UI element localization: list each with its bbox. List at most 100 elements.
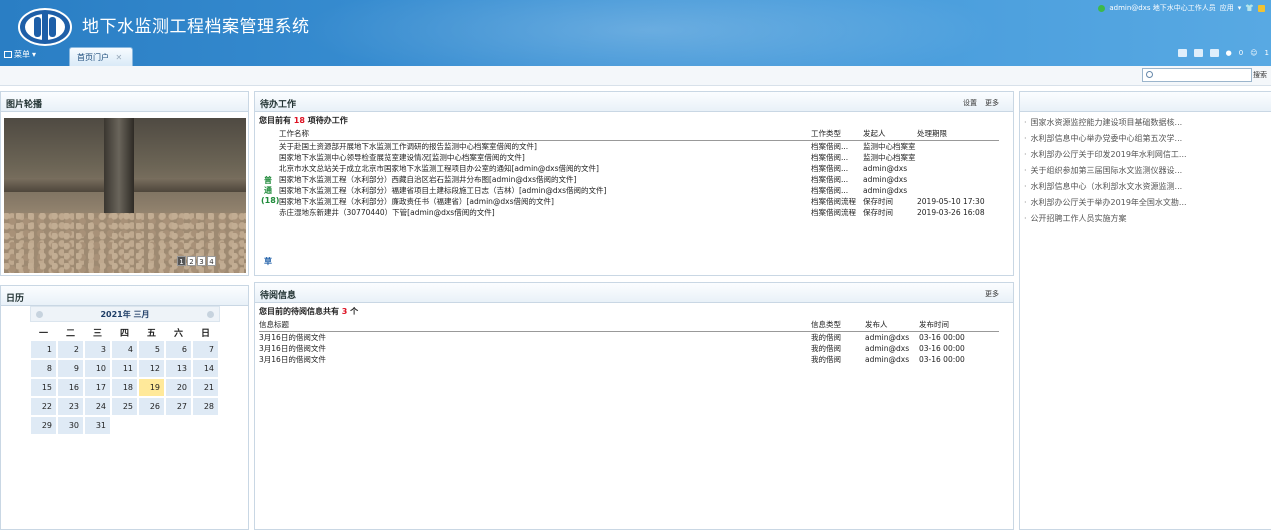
calendar-day[interactable]: 28 <box>192 397 219 416</box>
message-icon[interactable]: ● <box>1226 49 1232 57</box>
news-item[interactable]: 水利部信息中心举办党委中心组第五次学... <box>1024 133 1187 149</box>
table-row[interactable]: 3月16日的借阅文件 我的借阅 admin@dxs 03-16 00:00 <box>259 354 999 365</box>
news-list: 国家水资源监控能力建设项目基础数据核...水利部信息中心举办党委中心组第五次学.… <box>1024 117 1187 229</box>
calendar-day[interactable]: 16 <box>57 378 84 397</box>
table-row[interactable]: 关于赴国土资源部开展地下水监测工作调研的报告监测中心档案室借阅的文件] 档案借阅.… <box>279 140 999 152</box>
calendar-day[interactable]: 30 <box>57 416 84 435</box>
calendar-day[interactable]: 14 <box>192 359 219 378</box>
close-icon[interactable]: ✕ <box>116 53 123 62</box>
lock-icon[interactable] <box>1258 4 1265 12</box>
calendar-day[interactable]: 3 <box>84 340 111 359</box>
calendar-day[interactable]: 7 <box>192 340 219 359</box>
table-cell[interactable]: 国家地下水监测中心领导检查展览室建设情况[监测中心档案室借阅的文件] <box>279 152 811 163</box>
col-header: 信息类型 <box>811 319 865 332</box>
calendar-day[interactable]: 13 <box>165 359 192 378</box>
calendar-day[interactable]: 19 <box>138 378 165 397</box>
prev-month-icon[interactable] <box>36 311 43 318</box>
calendar-day[interactable]: 1 <box>30 340 57 359</box>
calendar-day[interactable]: 8 <box>30 359 57 378</box>
calendar-day[interactable]: 24 <box>84 397 111 416</box>
user-name[interactable]: admin@dxs 地下水中心工作人员 <box>1109 3 1215 13</box>
chevron-down-icon: ▾ <box>1237 4 1242 12</box>
calendar-day[interactable]: 11 <box>111 359 138 378</box>
slide-page-4[interactable]: 4 <box>207 256 216 266</box>
tab-home-portal[interactable]: 首页门户 ✕ <box>69 47 133 66</box>
table-row[interactable]: 赤庄湿地东新建井（30770440）下管[admin@dxs借阅的文件] 档案借阅… <box>279 207 999 218</box>
todo-panel: 待办工作 设置 更多 您目前有 18 项待办工作 普通(18) 草 工作名称 工… <box>254 91 1014 276</box>
news-item[interactable]: 公开招聘工作人员实施方案 <box>1024 213 1187 229</box>
calendar-day[interactable]: 6 <box>165 340 192 359</box>
calendar-day[interactable]: 20 <box>165 378 192 397</box>
calendar-day[interactable]: 26 <box>138 397 165 416</box>
search-input[interactable] <box>1156 70 1248 80</box>
water-logo-icon <box>18 8 72 46</box>
table-row[interactable]: 北京市水文总站关于成立北京市国家地下水监测工程项目办公室的通知[admin@dx… <box>279 163 999 174</box>
table-cell[interactable]: 3月16日的借阅文件 <box>259 354 811 365</box>
table-cell: 监测中心档案室 <box>863 152 916 162</box>
calendar-day[interactable]: 17 <box>84 378 111 397</box>
monitor-icon[interactable] <box>1193 49 1203 57</box>
calendar-day[interactable]: 21 <box>192 378 219 397</box>
news-item[interactable]: 关于组织参加第三届国际水文监测仪器设... <box>1024 165 1187 181</box>
calendar-day[interactable]: 25 <box>111 397 138 416</box>
settings-link[interactable]: 设置 <box>963 98 977 108</box>
calendar-day[interactable]: 4 <box>111 340 138 359</box>
calendar-day[interactable]: 18 <box>111 378 138 397</box>
table-row[interactable]: 3月16日的借阅文件 我的借阅 admin@dxs 03-16 00:00 <box>259 331 999 343</box>
col-header: 发起人 <box>863 128 917 141</box>
menu-button[interactable]: 菜单 ▾ <box>4 49 36 60</box>
slideshow-image[interactable]: 1 2 3 4 <box>4 118 246 273</box>
calendar-day[interactable]: 15 <box>30 378 57 397</box>
weekday: 五 <box>146 329 156 339</box>
online-users-icon[interactable]: ☺ <box>1250 49 1257 57</box>
weekday: 三 <box>92 329 102 339</box>
slide-page-3[interactable]: 3 <box>197 256 206 266</box>
col-header: 处理期限 <box>917 128 999 141</box>
apply-menu[interactable]: 应用 <box>1220 3 1234 13</box>
skin-icon[interactable] <box>1209 49 1219 57</box>
group-label[interactable]: 普通(18) <box>261 176 279 206</box>
app-grid-icon[interactable] <box>1177 49 1187 57</box>
table-cell[interactable]: 3月16日的借阅文件 <box>259 331 811 343</box>
table-cell[interactable]: 3月16日的借阅文件 <box>259 343 811 354</box>
user-bar: admin@dxs 地下水中心工作人员 应用 ▾ 👕 <box>1098 2 1265 14</box>
calendar-day[interactable]: 23 <box>57 397 84 416</box>
table-row[interactable]: 国家地下水监测工程（水利部分）福建省项目土建标段施工日志（吉林）[admin@d… <box>279 185 999 196</box>
table-cell[interactable]: 赤庄湿地东新建井（30770440）下管[admin@dxs借阅的文件] <box>279 207 811 218</box>
more-link[interactable]: 更多 <box>985 98 999 108</box>
table-cell <box>917 174 999 185</box>
table-cell[interactable]: 关于赴国土资源部开展地下水监测工作调研的报告监测中心档案室借阅的文件] <box>279 140 811 152</box>
table-row[interactable]: 国家地下水监测工程（水利部分）廉政责任书（福建省）[admin@dxs借阅的文件… <box>279 196 999 207</box>
slide-page-2[interactable]: 2 <box>187 256 196 266</box>
calendar-day[interactable]: 5 <box>138 340 165 359</box>
table-cell[interactable]: 国家地下水监测工程（水利部分）廉政责任书（福建省）[admin@dxs借阅的文件… <box>279 196 811 207</box>
news-item[interactable]: 水利部信息中心（水利部水文水资源监测... <box>1024 181 1187 197</box>
table-row[interactable]: 3月16日的借阅文件 我的借阅 admin@dxs 03-16 00:00 <box>259 343 999 354</box>
more-link[interactable]: 更多 <box>985 289 999 299</box>
table-row[interactable]: 国家地下水监测中心领导检查展览室建设情况[监测中心档案室借阅的文件] 档案借阅..… <box>279 152 999 163</box>
news-item[interactable]: 水利部办公厅关于印发2019年水利网信工... <box>1024 149 1187 165</box>
table-cell[interactable]: 国家地下水监测工程（水利部分）福建省项目土建标段施工日志（吉林）[admin@d… <box>279 185 811 196</box>
calendar-day[interactable]: 10 <box>84 359 111 378</box>
table-cell: 2019-05-10 17:30 <box>917 196 985 206</box>
calendar-day[interactable]: 22 <box>30 397 57 416</box>
calendar-day[interactable]: 29 <box>30 416 57 435</box>
draft-label[interactable]: 草 <box>261 257 275 267</box>
news-item[interactable]: 水利部办公厅关于举办2019年全国水文勘... <box>1024 197 1187 213</box>
table-row[interactable]: 国家地下水监测工程（水利部分）西藏自治区岩石监测井分布图[admin@dxs借阅… <box>279 174 999 185</box>
search-button[interactable]: 搜索 <box>1253 68 1271 82</box>
next-month-icon[interactable] <box>207 311 214 318</box>
todo-summary: 您目前有 18 项待办工作 <box>259 115 348 126</box>
table-cell[interactable]: 北京市水文总站关于成立北京市国家地下水监测工程项目办公室的通知[admin@dx… <box>279 163 811 174</box>
table-cell[interactable]: 国家地下水监测工程（水利部分）西藏自治区岩石监测井分布图[admin@dxs借阅… <box>279 174 811 185</box>
shirt-icon[interactable]: 👕 <box>1245 4 1254 12</box>
toolbar-icons: ● 0 ☺ 1 <box>1177 49 1269 57</box>
table-cell: 我的借阅 <box>811 343 841 353</box>
calendar-day[interactable]: 12 <box>138 359 165 378</box>
slide-page-1[interactable]: 1 <box>177 256 186 266</box>
calendar-day[interactable]: 9 <box>57 359 84 378</box>
calendar-day[interactable]: 2 <box>57 340 84 359</box>
news-item[interactable]: 国家水资源监控能力建设项目基础数据核... <box>1024 117 1187 133</box>
calendar-day[interactable]: 27 <box>165 397 192 416</box>
calendar-day[interactable]: 31 <box>84 416 111 435</box>
